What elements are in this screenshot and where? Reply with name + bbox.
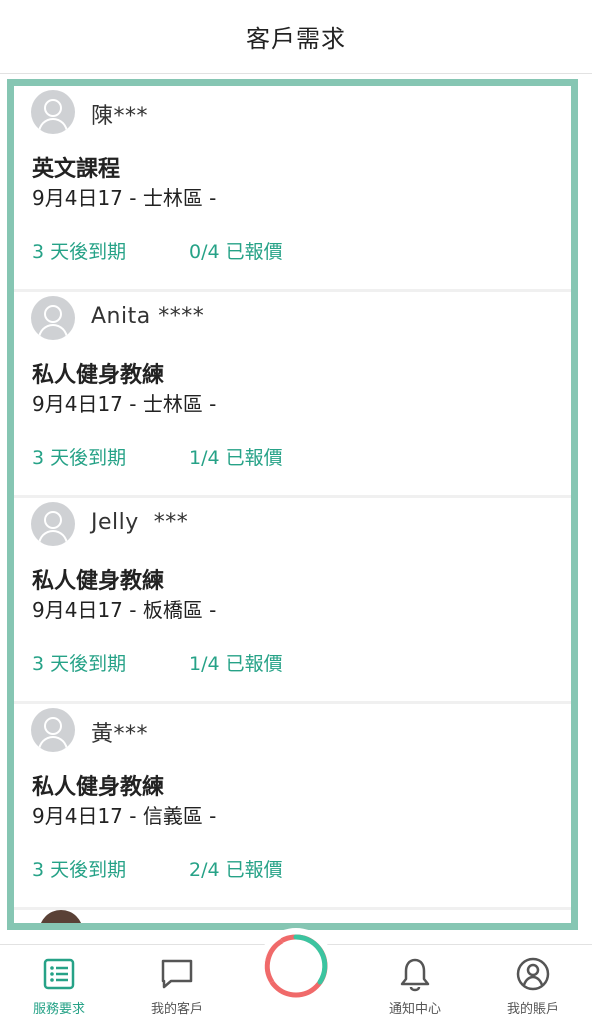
request-detail: 9月4日17 - 板橋區 - [32, 598, 217, 622]
customer-name: Jelly *** [91, 510, 189, 535]
bell-icon [400, 958, 430, 992]
request-detail: 9月4日17 - 信義區 - [32, 804, 217, 828]
center-action-button[interactable] [258, 928, 334, 1004]
avatar [31, 90, 75, 134]
quote-count: 1/4 已報價 [189, 653, 283, 675]
app-header: 客戶需求 [0, 0, 592, 74]
quote-count: 1/4 已報價 [189, 447, 283, 469]
customer-name: 陳*** [91, 104, 149, 129]
request-detail: 9月4日17 - 士林區 - [32, 186, 217, 210]
tab-notifications[interactable]: 通知中心 [356, 945, 474, 1025]
avatar [31, 708, 75, 752]
service-title: 私人健身教練 [32, 363, 165, 388]
request-card[interactable]: Jelly *** 私人健身教練 9月4日17 - 板橋區 - 3 天後到期 1… [14, 498, 571, 704]
customer-name: 黃*** [91, 722, 149, 747]
expire-status: 3 天後到期 [32, 241, 127, 263]
quote-count: 2/4 已報價 [189, 859, 283, 881]
avatar [31, 502, 75, 546]
expire-status: 3 天後到期 [32, 859, 127, 881]
service-title: 私人健身教練 [32, 775, 165, 800]
tab-label: 服務要求 [32, 1002, 85, 1017]
chat-icon [161, 959, 193, 989]
expire-status: 3 天後到期 [32, 653, 127, 675]
request-card[interactable]: 黃*** 私人健身教練 9月4日17 - 信義區 - 3 天後到期 2/4 已報… [14, 704, 571, 910]
tab-my-customers[interactable]: 我的客戶 [118, 945, 236, 1025]
page-title: 客戶需求 [246, 25, 346, 53]
avatar [39, 910, 83, 923]
list-icon [43, 958, 75, 990]
request-card[interactable]: 陳*** 英文課程 9月4日17 - 士林區 - 3 天後到期 0/4 已報價 [14, 86, 571, 292]
tab-my-account[interactable]: 我的賬戶 [474, 945, 592, 1025]
request-detail: 9月4日17 - 士林區 - [32, 392, 217, 416]
expire-status: 3 天後到期 [32, 447, 127, 469]
tab-label: 我的賬戶 [506, 1002, 559, 1017]
request-list[interactable]: 陳*** 英文課程 9月4日17 - 士林區 - 3 天後到期 0/4 已報價 … [7, 79, 578, 930]
customer-name: Anita **** [91, 304, 205, 329]
service-title: 英文課程 [32, 157, 121, 182]
avatar [31, 296, 75, 340]
request-card[interactable]: Anita **** 私人健身教練 9月4日17 - 士林區 - 3 天後到期 … [14, 292, 571, 498]
tab-label: 我的客戶 [150, 1002, 203, 1017]
tab-label: 通知中心 [388, 1002, 441, 1017]
tab-service-requests[interactable]: 服務要求 [0, 945, 118, 1025]
quote-count: 0/4 已報價 [189, 241, 283, 263]
service-title: 私人健身教練 [32, 569, 165, 594]
user-icon [516, 957, 550, 991]
loading-ring-icon [264, 934, 328, 998]
